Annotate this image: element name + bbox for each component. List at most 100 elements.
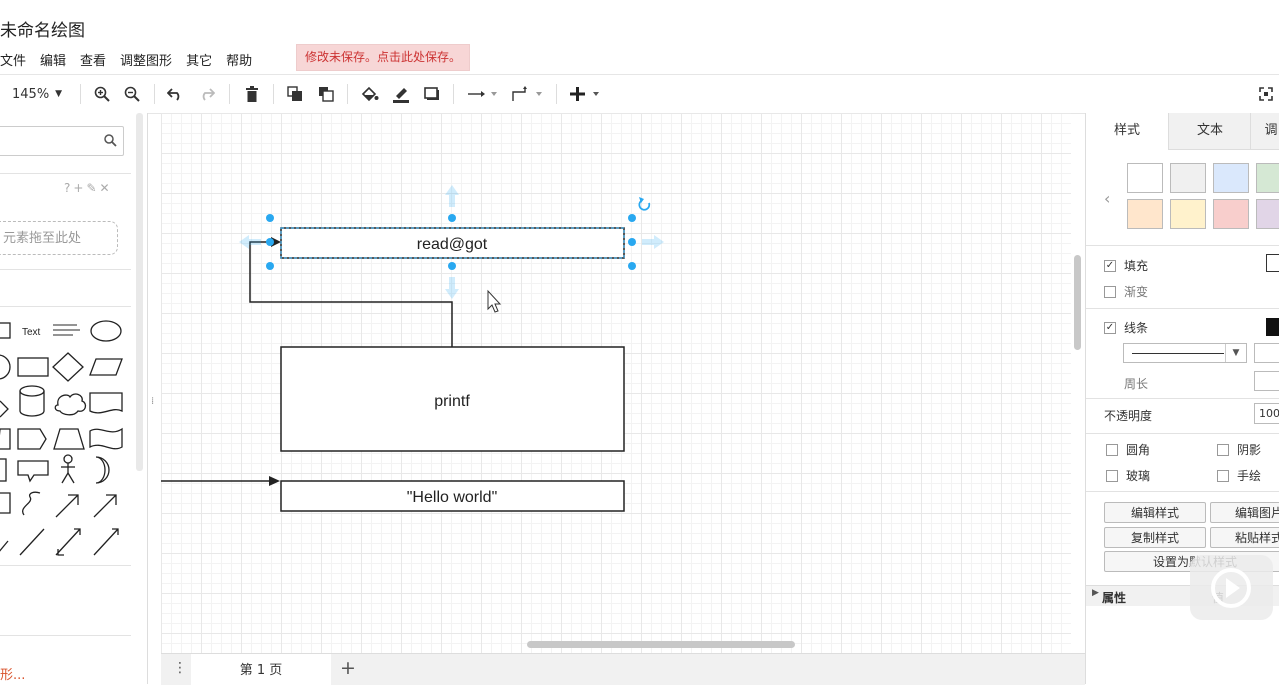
plus-icon[interactable]: + <box>340 657 356 679</box>
shadow-option[interactable]: 阴影 <box>1217 441 1261 458</box>
waypoint-style-icon[interactable] <box>511 84 545 104</box>
line-color-icon[interactable] <box>391 84 411 104</box>
fill-color-button[interactable] <box>1266 254 1279 272</box>
menu-extras[interactable]: 其它 <box>186 50 212 69</box>
menu-arrange[interactable]: 调整图形 <box>120 50 172 69</box>
color-swatch[interactable] <box>1170 199 1206 229</box>
pages-menu-icon[interactable]: ⋮ <box>173 660 187 676</box>
node-hello-world-label: "Hello world" <box>407 489 498 506</box>
menu-bar: 文件 编辑 查看 调整图形 其它 帮助 <box>0 46 266 72</box>
line-pattern-select[interactable]: ▼ <box>1123 343 1247 363</box>
zoom-out-icon[interactable] <box>122 84 142 104</box>
line-option[interactable]: ✓ 线条 <box>1104 319 1148 336</box>
shape-search-input[interactable] <box>0 126 124 156</box>
connection-style-icon[interactable] <box>466 84 500 104</box>
line-color-button[interactable] <box>1266 318 1279 336</box>
scratchpad-actions: ?+✎✕ <box>64 181 113 195</box>
fill-label: 填充 <box>1124 259 1149 273</box>
line-checkbox[interactable]: ✓ <box>1104 321 1116 334</box>
color-swatch[interactable] <box>1127 163 1163 193</box>
rotate-handle-icon[interactable] <box>638 197 651 211</box>
diagram-canvas[interactable]: read@got printf "Hello world" <box>161 113 1071 653</box>
tab-arrange[interactable]: 调 <box>1250 113 1279 150</box>
redo-icon[interactable] <box>197 84 217 104</box>
shadow-icon[interactable] <box>422 84 442 104</box>
tab-page-1[interactable]: 第 1 页 <box>191 654 331 685</box>
canvas-vertical-scrollbar[interactable] <box>1074 255 1081 350</box>
video-play-overlay[interactable] <box>1190 555 1273 620</box>
edit-icon[interactable]: ✎ <box>86 181 99 195</box>
shadow-label: 阴影 <box>1237 443 1262 457</box>
scratchpad-dropzone[interactable]: 元素拖至此处 <box>0 221 118 255</box>
mouse-cursor-icon <box>487 289 502 313</box>
fullscreen-icon[interactable] <box>1256 84 1276 104</box>
color-swatch[interactable] <box>1127 199 1163 229</box>
text-shape-label: Text <box>22 327 41 338</box>
perimeter-input[interactable] <box>1254 371 1279 391</box>
tab-style[interactable]: 样式 <box>1086 113 1168 149</box>
zoom-select[interactable]: 145% ▼ <box>12 84 70 104</box>
color-swatch[interactable] <box>1170 163 1206 193</box>
insert-plus-icon[interactable] <box>569 84 603 104</box>
chevron-left-icon[interactable]: ‹ <box>1104 189 1110 208</box>
sketch-option[interactable]: 手绘 <box>1217 467 1261 484</box>
general-shapes-palette[interactable]: Text <box>0 313 131 563</box>
gradient-option[interactable]: 渐变 <box>1104 283 1148 300</box>
tab-text[interactable]: 文本 <box>1168 113 1251 150</box>
color-swatch[interactable] <box>1256 163 1279 193</box>
opacity-input[interactable]: 100 <box>1254 403 1279 424</box>
color-swatch[interactable] <box>1213 199 1249 229</box>
rounded-option[interactable]: 圆角 <box>1106 441 1150 458</box>
fill-option[interactable]: ✓ 填充 <box>1104 257 1148 274</box>
property-label: 属性 <box>1102 591 1127 605</box>
sidebar-resize-handle[interactable]: ⁞ <box>151 396 154 407</box>
menu-help[interactable]: 帮助 <box>226 50 252 69</box>
close-icon[interactable]: ✕ <box>100 181 113 195</box>
document-title[interactable]: 未命名绘图 <box>0 16 85 41</box>
help-icon[interactable]: ? <box>64 181 73 195</box>
menu-view[interactable]: 查看 <box>80 50 106 69</box>
chevron-down-icon: ▼ <box>55 89 63 99</box>
line-width-input[interactable] <box>1254 343 1279 363</box>
perimeter-label: 周长 <box>1124 377 1149 391</box>
delete-icon[interactable] <box>242 84 262 104</box>
glass-option[interactable]: 玻璃 <box>1106 467 1150 484</box>
unsaved-notice[interactable]: 修改未保存。点击此处保存。 <box>296 44 471 71</box>
play-icon <box>1211 568 1251 608</box>
fill-color-icon[interactable] <box>360 84 380 104</box>
gradient-label: 渐变 <box>1124 285 1149 299</box>
rounded-checkbox[interactable] <box>1106 443 1118 456</box>
color-swatch[interactable] <box>1256 199 1279 229</box>
sketch-label: 手绘 <box>1237 469 1262 483</box>
glass-checkbox[interactable] <box>1106 469 1118 482</box>
glass-label: 玻璃 <box>1126 469 1151 483</box>
shapes-sidebar: ?+✎✕ 元素拖至此处 Text 形... ⁞ <box>0 113 154 684</box>
edge-arrowhead <box>269 476 280 486</box>
menu-edit[interactable]: 编辑 <box>40 50 66 69</box>
more-shapes-link[interactable]: 形... <box>0 664 25 683</box>
to-back-icon[interactable] <box>316 84 336 104</box>
canvas-horizontal-scrollbar[interactable] <box>527 641 795 648</box>
search-icon[interactable] <box>104 134 117 147</box>
zoom-value: 145% <box>12 86 50 102</box>
gradient-checkbox[interactable] <box>1104 285 1116 298</box>
undo-icon[interactable] <box>165 84 185 104</box>
menu-file[interactable]: 文件 <box>0 50 26 69</box>
paste-style-button[interactable]: 粘贴样式 <box>1210 527 1279 548</box>
edit-style-button[interactable]: 编辑样式 <box>1104 502 1206 523</box>
add-icon[interactable]: + <box>73 181 86 195</box>
edit-image-button[interactable]: 编辑图片 <box>1210 502 1279 523</box>
shadow-checkbox[interactable] <box>1217 443 1229 456</box>
sidebar-scrollbar[interactable] <box>136 113 143 471</box>
fill-checkbox[interactable]: ✓ <box>1104 259 1116 272</box>
chevron-down-icon: ▼ <box>1225 344 1246 362</box>
sketch-checkbox[interactable] <box>1217 469 1229 482</box>
zoom-in-icon[interactable] <box>92 84 112 104</box>
to-front-icon[interactable] <box>285 84 305 104</box>
line-label: 线条 <box>1124 321 1149 335</box>
rounded-label: 圆角 <box>1126 443 1151 457</box>
copy-style-button[interactable]: 复制样式 <box>1104 527 1206 548</box>
chevron-right-icon: ▶ <box>1092 588 1099 598</box>
color-swatch[interactable] <box>1213 163 1249 193</box>
opacity-label: 不透明度 <box>1104 409 1153 423</box>
